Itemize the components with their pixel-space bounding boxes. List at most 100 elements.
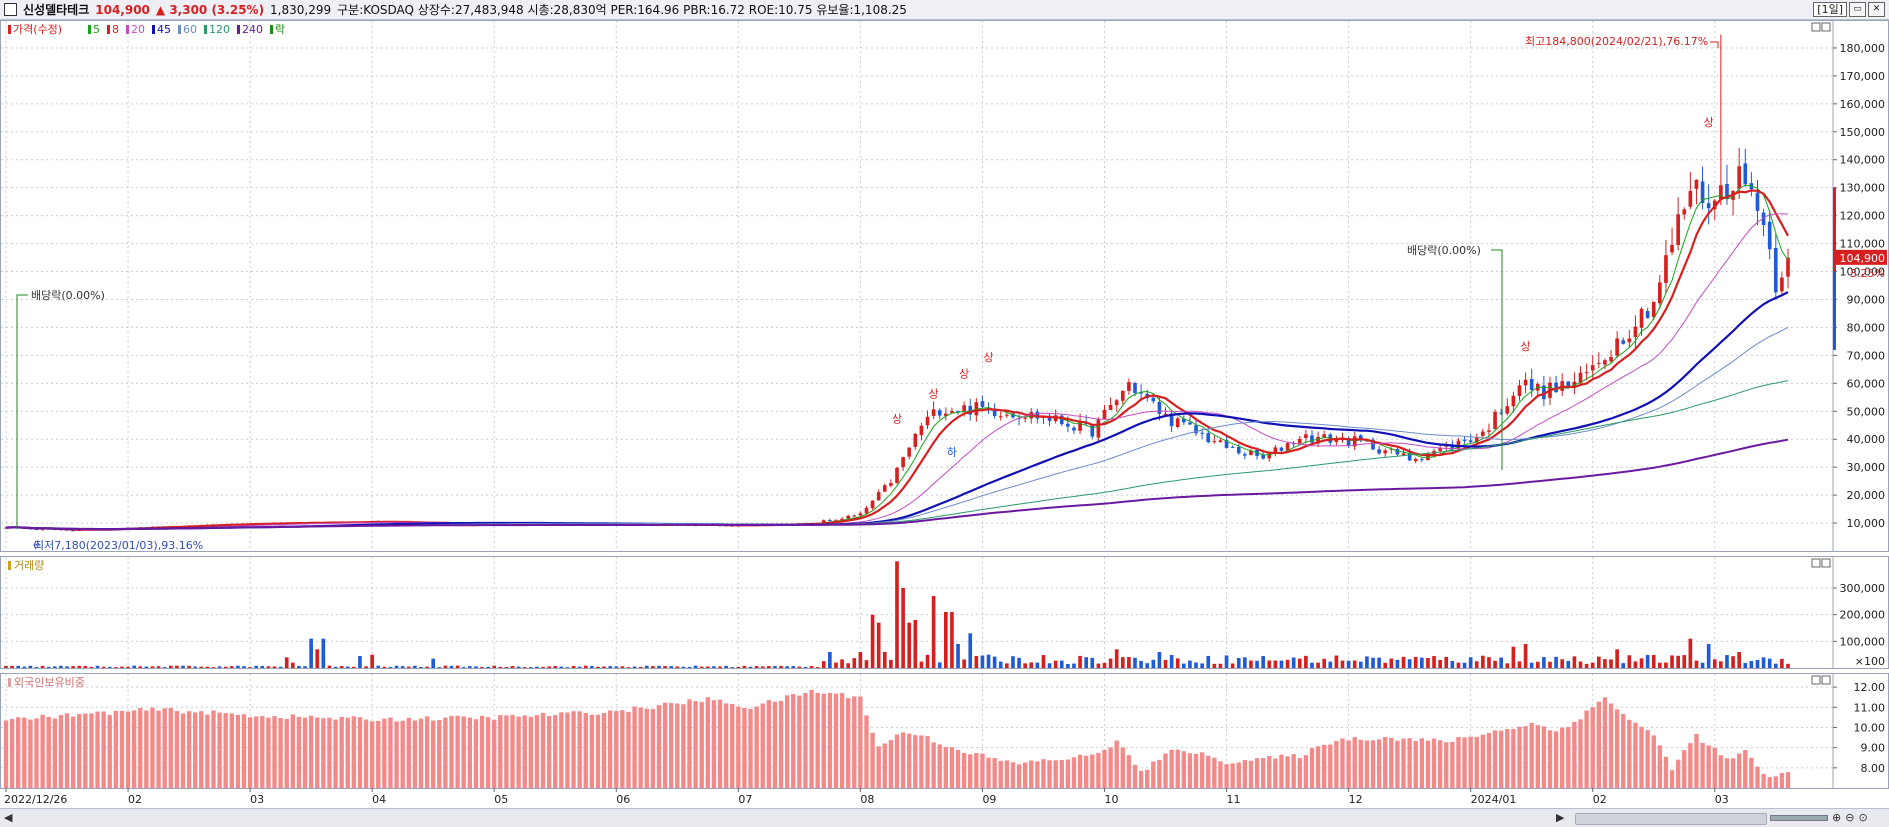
foreign-ownership-bar bbox=[1498, 730, 1504, 788]
volume-bar bbox=[504, 667, 509, 668]
foreign-ownership-bar bbox=[1108, 747, 1113, 788]
trading-volume: 1,830,299 bbox=[270, 2, 332, 17]
foreign-ownership-bar bbox=[852, 696, 857, 788]
foreign-ownership-bar bbox=[431, 720, 436, 788]
volume-bar bbox=[1243, 657, 1247, 668]
volume-bar bbox=[1627, 655, 1632, 668]
foreign-ownership-bar bbox=[1230, 763, 1235, 788]
candle bbox=[1737, 166, 1742, 189]
candle bbox=[1517, 385, 1522, 396]
foreign-ownership-bar bbox=[1523, 726, 1528, 788]
chart-scrollbar[interactable]: ◀ ▶ ⊕ ⊖ ⊙ bbox=[0, 808, 1889, 827]
volume-bar bbox=[205, 666, 210, 668]
foreign-ownership-bar bbox=[986, 757, 991, 788]
foreign-ownership-bar bbox=[1553, 731, 1559, 788]
volume-bar bbox=[89, 666, 94, 668]
candle bbox=[1621, 340, 1626, 344]
foreign-ownership-bar bbox=[632, 706, 637, 788]
foreign-ownership-bar bbox=[1608, 703, 1614, 788]
volume-bar bbox=[767, 666, 771, 668]
foreign-ownership-bar bbox=[150, 707, 155, 788]
volume-bar bbox=[931, 596, 936, 668]
foreign-ownership-bar bbox=[821, 693, 826, 788]
volume-bar bbox=[467, 666, 472, 668]
close-icon[interactable]: ✕ bbox=[1868, 2, 1885, 17]
volume-bar bbox=[1493, 660, 1497, 668]
foreign-ownership-bar bbox=[1724, 758, 1730, 788]
candle bbox=[1688, 191, 1693, 207]
foreign-ownership-bar bbox=[1236, 762, 1241, 788]
scroll-left-icon[interactable]: ◀ bbox=[4, 811, 12, 824]
volume-bar bbox=[712, 666, 716, 668]
foreign-ownership-bar bbox=[1560, 727, 1565, 788]
scroll-right-icon[interactable]: ▶ bbox=[1556, 811, 1564, 824]
price-y-tick-label: 120,000 bbox=[1840, 210, 1886, 223]
zoom-out-icon[interactable]: ⊖ bbox=[1845, 811, 1854, 824]
foreign-ownership-bar bbox=[1535, 725, 1540, 788]
restore-icon[interactable]: ▭ bbox=[1849, 2, 1866, 17]
volume-bar bbox=[16, 665, 21, 668]
foreign-ownership-bar bbox=[101, 711, 106, 788]
price-y-tick-label: 150,000 bbox=[1840, 126, 1886, 139]
candle bbox=[1651, 301, 1656, 318]
legend-item-label: 120 bbox=[209, 23, 230, 36]
scroll-thumb[interactable] bbox=[1575, 813, 1767, 825]
volume-bar bbox=[28, 665, 33, 668]
foreign-ownership-bar bbox=[1749, 757, 1754, 788]
x-tick-label: 03 bbox=[1715, 793, 1729, 806]
foreign-ownership-bar bbox=[70, 716, 76, 788]
legend-swatch bbox=[270, 25, 273, 34]
foreign-ownership-bar bbox=[1352, 737, 1357, 788]
foreign-ownership-bar bbox=[1657, 745, 1663, 788]
volume-bar bbox=[242, 666, 246, 668]
volume-bar bbox=[52, 666, 57, 668]
period-selector[interactable]: [1일] bbox=[1813, 2, 1847, 17]
foreign-ownership-bar bbox=[626, 711, 631, 788]
volume-bar bbox=[1151, 659, 1156, 668]
foreign-ownership-bar bbox=[742, 707, 747, 788]
foreign-ownership-bar bbox=[327, 717, 332, 788]
legend-item-label: 60 bbox=[183, 23, 197, 36]
foreign-ownership-bar bbox=[1346, 740, 1351, 788]
volume-bar bbox=[1609, 659, 1613, 668]
zoom-fit-icon[interactable]: ⊙ bbox=[1858, 811, 1867, 824]
foreign-ownership-bar bbox=[1779, 773, 1785, 788]
volume-bar bbox=[498, 666, 503, 668]
foreign-ownership-bar bbox=[968, 754, 973, 788]
candle bbox=[1481, 431, 1485, 436]
volume-bar bbox=[852, 658, 857, 668]
volume-bar bbox=[1035, 662, 1040, 668]
volume-bar bbox=[1694, 660, 1699, 668]
volume-bar bbox=[748, 666, 753, 668]
chart-area[interactable]: 2022/12/26 02 03 04 05 06 07 08 09 10 11 12 2024/01 0… bbox=[0, 20, 1889, 808]
foreign-y-tick-label: 10.00 bbox=[1854, 721, 1886, 734]
volume-bar bbox=[590, 666, 594, 668]
foreign-ownership-bar bbox=[1694, 733, 1699, 788]
foreign-ownership-bar bbox=[662, 702, 668, 788]
foreign-ownership-bar bbox=[1248, 760, 1254, 788]
select-checkbox[interactable] bbox=[4, 3, 17, 16]
panel-close-icon bbox=[1821, 558, 1831, 568]
candle bbox=[1609, 357, 1613, 362]
zoom-slider[interactable] bbox=[1770, 814, 1828, 821]
volume-bar bbox=[577, 666, 582, 668]
foreign-ownership-bar bbox=[363, 719, 369, 788]
candle bbox=[846, 515, 851, 519]
volume-bar bbox=[77, 665, 82, 668]
legend-swatch bbox=[152, 25, 155, 34]
foreign-ownership-bar bbox=[247, 717, 253, 788]
price-change: ▲ 3,300 (3.25%) bbox=[155, 2, 265, 17]
foreign-ownership-bar bbox=[1767, 777, 1772, 788]
foreign-ownership-bar bbox=[1584, 710, 1589, 788]
zoom-in-icon[interactable]: ⊕ bbox=[1832, 811, 1841, 824]
foreign-ownership-bar bbox=[211, 710, 216, 788]
foreign-y-tick-label: 11.00 bbox=[1854, 701, 1886, 714]
price-y-tick-label: 110,000 bbox=[1840, 238, 1886, 251]
volume-bar bbox=[370, 654, 374, 668]
foreign-ownership-bar bbox=[1132, 764, 1138, 788]
volume-bar bbox=[1279, 660, 1284, 668]
foreign-ownership-bar bbox=[919, 735, 924, 788]
foreign-ownership-bar bbox=[1547, 730, 1553, 788]
stock-name[interactable]: 신성델타테크 bbox=[23, 1, 89, 18]
volume-bar bbox=[1578, 661, 1583, 668]
